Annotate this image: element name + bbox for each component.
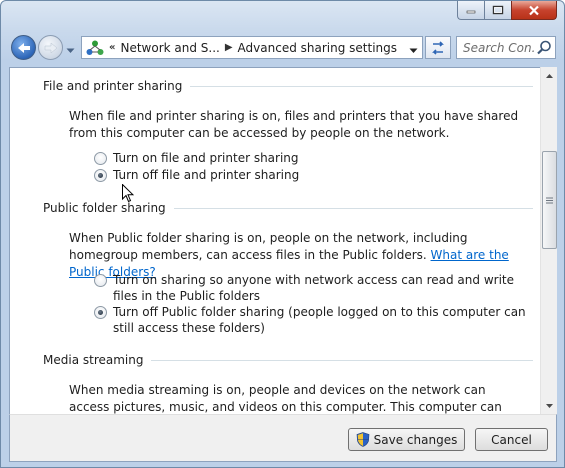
address-bar[interactable]: « Network and S... ▶ Advanced sharing se… (81, 36, 423, 59)
forward-button[interactable] (38, 35, 63, 60)
forward-arrow-icon (44, 41, 57, 54)
save-changes-button[interactable]: Save changes (348, 428, 465, 451)
scroll-up-button[interactable] (541, 67, 557, 84)
vertical-scrollbar[interactable] (540, 67, 557, 414)
back-button[interactable] (11, 35, 36, 60)
scroll-down-icon (545, 403, 553, 408)
radio-button[interactable] (94, 152, 107, 165)
refresh-icon (432, 40, 444, 55)
close-button[interactable] (511, 1, 557, 20)
mouse-cursor-icon (122, 184, 134, 203)
scroll-up-icon (545, 73, 553, 78)
chevron-down-icon (409, 48, 418, 53)
search-box[interactable]: Search Con... (456, 36, 556, 59)
cancel-button[interactable]: Cancel (475, 428, 548, 451)
address-dropdown[interactable] (409, 43, 418, 57)
breadcrumb-separator-icon[interactable]: ▶ (225, 42, 233, 53)
radio-label[interactable]: Turn on file and printer sharing (113, 150, 533, 166)
radio-public-sharing-off[interactable]: Turn off Public folder sharing (people l… (94, 304, 533, 336)
back-arrow-icon (17, 42, 30, 53)
section-title: Media streaming (43, 353, 144, 367)
navigation-bar: « Network and S... ▶ Advanced sharing se… (9, 31, 556, 63)
file-printer-description: When file and printer sharing is on, fil… (69, 109, 519, 140)
radio-button[interactable] (94, 306, 107, 319)
caption-buttons (457, 1, 557, 22)
radio-button[interactable] (94, 274, 107, 287)
section-divider (151, 359, 533, 361)
button-label: Save changes (373, 432, 458, 447)
section-title: Public folder sharing (43, 201, 166, 215)
media-streaming-section-header: Media streaming (43, 353, 533, 367)
radio-button[interactable] (94, 169, 107, 182)
description-text: When Public folder sharing is on, people… (69, 231, 468, 262)
breadcrumb-item[interactable]: Advanced sharing settings (238, 41, 397, 55)
scroll-down-button[interactable] (541, 397, 557, 414)
uac-shield-icon (356, 432, 369, 447)
radio-public-sharing-on[interactable]: Turn on sharing so anyone with network a… (94, 272, 533, 304)
refresh-button[interactable] (425, 36, 451, 59)
window: « Network and S... ▶ Advanced sharing se… (0, 0, 565, 468)
file-printer-section-header: File and printer sharing (43, 79, 533, 93)
close-icon (529, 5, 539, 15)
minimize-button[interactable] (457, 1, 484, 20)
public-folder-section-header: Public folder sharing (43, 201, 533, 215)
button-label: Cancel (491, 432, 532, 447)
scrollbar-thumb[interactable] (542, 151, 557, 249)
search-icon[interactable] (535, 39, 553, 57)
radio-label[interactable]: Turn off Public folder sharing (people l… (113, 304, 533, 336)
network-center-icon (86, 40, 104, 55)
maximize-button[interactable] (484, 1, 511, 20)
radio-file-printer-on[interactable]: Turn on file and printer sharing (94, 150, 533, 166)
button-bar: Save changes Cancel (9, 414, 557, 462)
section-divider (190, 85, 533, 87)
section-divider (173, 207, 533, 209)
radio-file-printer-off[interactable]: Turn off file and printer sharing (94, 167, 533, 183)
radio-label[interactable]: Turn on sharing so anyone with network a… (113, 272, 533, 304)
radio-label[interactable]: Turn off file and printer sharing (113, 167, 533, 183)
search-input[interactable]: Search Con... (463, 41, 535, 55)
minimize-icon (466, 10, 476, 14)
grip-icon (546, 197, 553, 203)
media-streaming-description: When media streaming is on, people and d… (69, 383, 502, 414)
section-title: File and printer sharing (43, 79, 183, 93)
breadcrumb-overflow-icon[interactable]: « (109, 42, 115, 53)
breadcrumb-item[interactable]: Network and S... (120, 41, 219, 55)
settings-content: File and printer sharing When file and p… (9, 67, 557, 414)
chevron-down-icon (66, 48, 75, 53)
recent-pages-dropdown[interactable] (66, 43, 75, 57)
maximize-icon (492, 5, 504, 15)
